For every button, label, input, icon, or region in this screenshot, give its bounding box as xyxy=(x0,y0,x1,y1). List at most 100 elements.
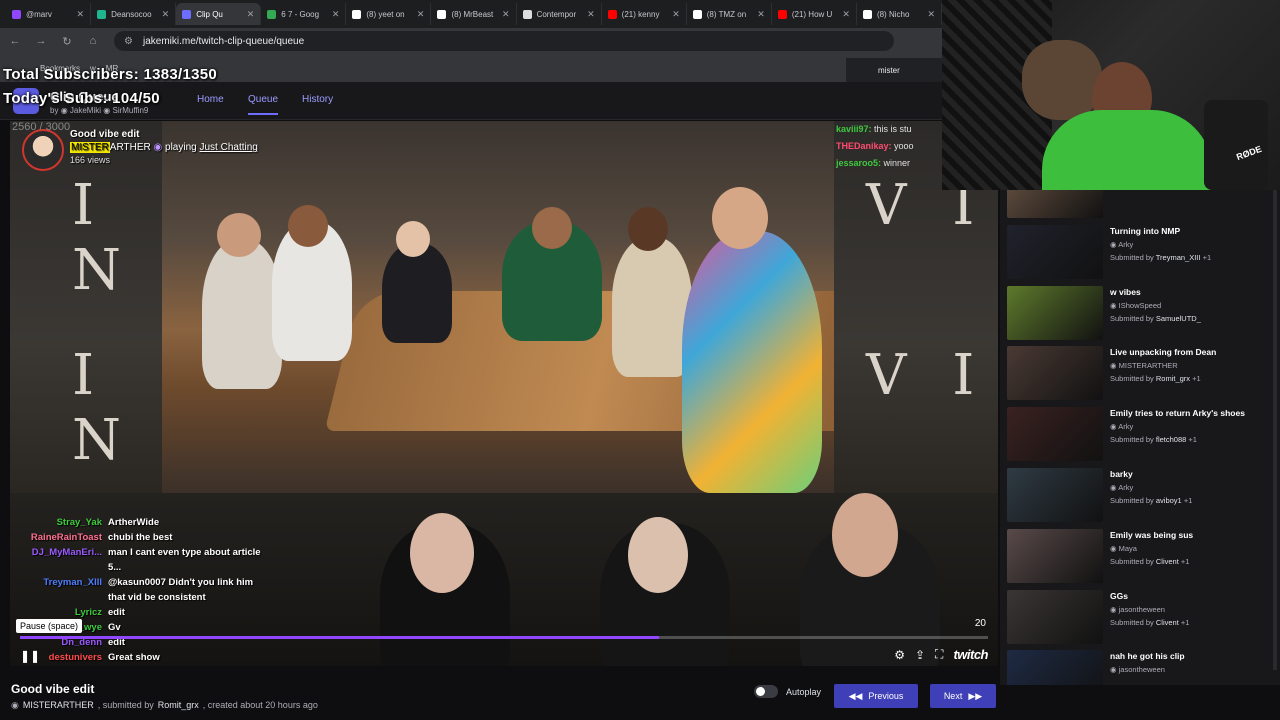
queue-item[interactable]: Emily tries to return Arky's shoes ◉ Arky… xyxy=(1007,407,1277,463)
clip-thumbnail[interactable] xyxy=(1007,224,1103,279)
clip-thumbnail[interactable] xyxy=(1007,407,1103,462)
clip-title[interactable]: GGs xyxy=(1110,591,1128,601)
app-authors: by ◉ JakeMiki ◉ SirMuffin9 xyxy=(50,106,148,115)
queue-item[interactable]: barky ◉ Arky Submitted by aviboy1 +1 xyxy=(1007,468,1277,524)
clip-info-overlay: Good vibe edit MISTERARTHER ◉ playing Ju… xyxy=(22,129,258,171)
forward-icon[interactable]: → xyxy=(34,35,48,47)
browser-tab[interactable]: (8) Nicho ✕ xyxy=(857,3,943,25)
chat-username: Lyricz xyxy=(74,607,102,618)
clip-title[interactable]: Emily was being sus xyxy=(1110,530,1193,540)
todays-subs-counter: Today's Subs: 104/50 xyxy=(3,90,160,107)
clip-thumbnail[interactable] xyxy=(1007,468,1103,522)
clip-thumbnail[interactable] xyxy=(1007,285,1103,340)
close-icon[interactable]: ✕ xyxy=(417,9,425,20)
search-field[interactable]: mister xyxy=(846,58,942,82)
address-bar[interactable]: ⚙ jakemiki.me/twitch-clip-queue/queue xyxy=(114,31,894,51)
submitter-count: +1 xyxy=(1192,374,1201,384)
clip-title[interactable]: Turning into NMP xyxy=(1110,226,1180,236)
queue-item[interactable]: Live unpacking from Dean ◉ MISTERARTHER Su… xyxy=(1007,346,1277,402)
clip-channel: ◉ Maya xyxy=(1110,544,1137,553)
nav-queue[interactable]: Queue xyxy=(248,94,279,115)
back-icon[interactable]: ← xyxy=(8,35,22,47)
reload-icon[interactable]: ↻ xyxy=(60,35,74,48)
browser-tab[interactable]: (21) How U ✕ xyxy=(772,3,857,25)
chat-message: Gv xyxy=(108,622,121,633)
browser-tab[interactable]: (8) MrBeast ✕ xyxy=(431,3,517,25)
close-icon[interactable]: ✕ xyxy=(672,9,680,20)
browser-tab[interactable]: Deansocoo ✕ xyxy=(91,3,177,25)
chat-message: winner xyxy=(883,158,911,168)
gear-icon[interactable]: ⚙ xyxy=(894,648,905,662)
close-icon[interactable]: ✕ xyxy=(587,9,595,20)
close-icon[interactable]: ✕ xyxy=(842,9,850,20)
browser-tab[interactable]: @marv ✕ xyxy=(6,3,92,25)
game-link[interactable]: Just Chatting xyxy=(200,142,258,153)
close-icon[interactable]: ✕ xyxy=(502,9,510,20)
chat-username: jessaroo5: xyxy=(836,158,882,168)
clip-title[interactable]: Emily tries to return Arky's shoes xyxy=(1110,408,1245,418)
clip-thumbnail[interactable] xyxy=(1007,650,1103,685)
clip-title[interactable]: nah he got his clip xyxy=(1110,651,1185,661)
clip-thumbnail[interactable] xyxy=(1007,589,1103,644)
author-link-sirmuffin[interactable]: SirMuffin9 xyxy=(112,106,148,115)
clip-thumbnail[interactable] xyxy=(1007,188,1103,218)
close-icon[interactable]: ✕ xyxy=(162,9,170,20)
twitch-glitch-icon: ◉ xyxy=(1110,604,1119,614)
clip-title[interactable]: w vibes xyxy=(1110,287,1141,297)
twitch-logo[interactable]: twitch xyxy=(953,647,988,662)
close-icon[interactable]: ✕ xyxy=(757,9,765,20)
close-icon[interactable]: ✕ xyxy=(332,9,340,20)
nav-history[interactable]: History xyxy=(302,94,333,105)
site-info-icon[interactable]: ⚙ xyxy=(124,36,133,47)
autoplay-control[interactable]: Autoplay xyxy=(754,685,821,698)
queue-item[interactable]: Submitted by Treyman_XIII +1 xyxy=(1007,188,1277,220)
home-icon[interactable]: ⌂ xyxy=(86,35,100,47)
queue-item[interactable]: Turning into NMP ◉ Arky Submitted by Treym… xyxy=(1007,224,1277,281)
pause-icon[interactable]: ❚❚ xyxy=(20,649,40,663)
queue-item[interactable]: nah he got his clip ◉ jasontheween xyxy=(1007,650,1277,685)
video-player[interactable]: I N I N V I V I Good vibe edit MISTERART… xyxy=(10,121,998,666)
submitter-name[interactable]: Romit_grx xyxy=(158,700,199,711)
queue-scrollbar[interactable] xyxy=(1273,190,1277,670)
progress-bar[interactable] xyxy=(20,636,988,639)
streamer-avatar[interactable] xyxy=(22,129,64,171)
nav-home[interactable]: Home xyxy=(197,94,224,105)
clip-title[interactable]: barky xyxy=(1110,469,1133,479)
submitted-by: Submitted by SamuelUTD_ xyxy=(1110,314,1201,323)
chat-line: DJ_MyManEri... man I cant even type about… xyxy=(10,545,290,575)
channel-name[interactable]: MISTERARTHER xyxy=(23,700,94,711)
browser-tab[interactable]: (8) yeet on ✕ xyxy=(346,3,432,25)
favicon-icon xyxy=(692,9,702,19)
autoplay-toggle[interactable] xyxy=(754,685,778,698)
head-shape xyxy=(410,513,474,593)
chat-username: kaviii97: xyxy=(836,124,872,134)
browser-tab[interactable]: 6 7 - Goog ✕ xyxy=(261,3,347,25)
clip-thumbnail[interactable] xyxy=(1007,528,1103,583)
clip-title[interactable]: Good vibe edit xyxy=(70,129,258,140)
video-frame xyxy=(162,121,880,493)
browser-tab[interactable]: Clip Qu ✕ xyxy=(176,3,262,25)
browser-tab[interactable]: (8) TMZ on ✕ xyxy=(687,3,772,25)
browser-tab[interactable]: (21) kenny ✕ xyxy=(602,3,687,25)
clip-queue-list[interactable]: Submitted by Treyman_XIII +1 Turning into… xyxy=(1000,188,1280,685)
twitch-glitch-icon: ◉ xyxy=(1110,543,1119,553)
close-icon[interactable]: ✕ xyxy=(927,9,935,20)
channel-rest[interactable]: ARTHER xyxy=(110,142,151,153)
clip-title[interactable]: Live unpacking from Dean xyxy=(1110,347,1216,357)
favicon-icon xyxy=(522,9,532,19)
queue-item[interactable]: w vibes ◉ IShowSpeed Submitted by SamuelUT… xyxy=(1007,285,1277,342)
wall-letters: V I xyxy=(866,343,989,408)
queue-item[interactable]: GGs ◉ jasontheween Submitted by Clivent +1 xyxy=(1007,589,1277,646)
channel-highlight[interactable]: MISTER xyxy=(70,142,110,153)
previous-button[interactable]: ◀◀ Previous xyxy=(834,684,918,708)
person-shape xyxy=(202,239,282,389)
close-icon[interactable]: ✕ xyxy=(77,9,85,20)
clip-thumbnail[interactable] xyxy=(1007,346,1103,401)
queue-item[interactable]: Emily was being sus ◉ Maya Submitted by Cl… xyxy=(1007,528,1277,585)
next-button[interactable]: Next ▶▶ xyxy=(930,684,996,708)
share-icon[interactable]: ⇪ xyxy=(915,648,925,662)
browser-tab[interactable]: Contempor ✕ xyxy=(517,3,602,25)
close-icon[interactable]: ✕ xyxy=(247,9,255,20)
fullscreen-icon[interactable]: ⛶ xyxy=(935,647,943,662)
author-link-jakemiki[interactable]: JakeMiki xyxy=(70,106,101,115)
